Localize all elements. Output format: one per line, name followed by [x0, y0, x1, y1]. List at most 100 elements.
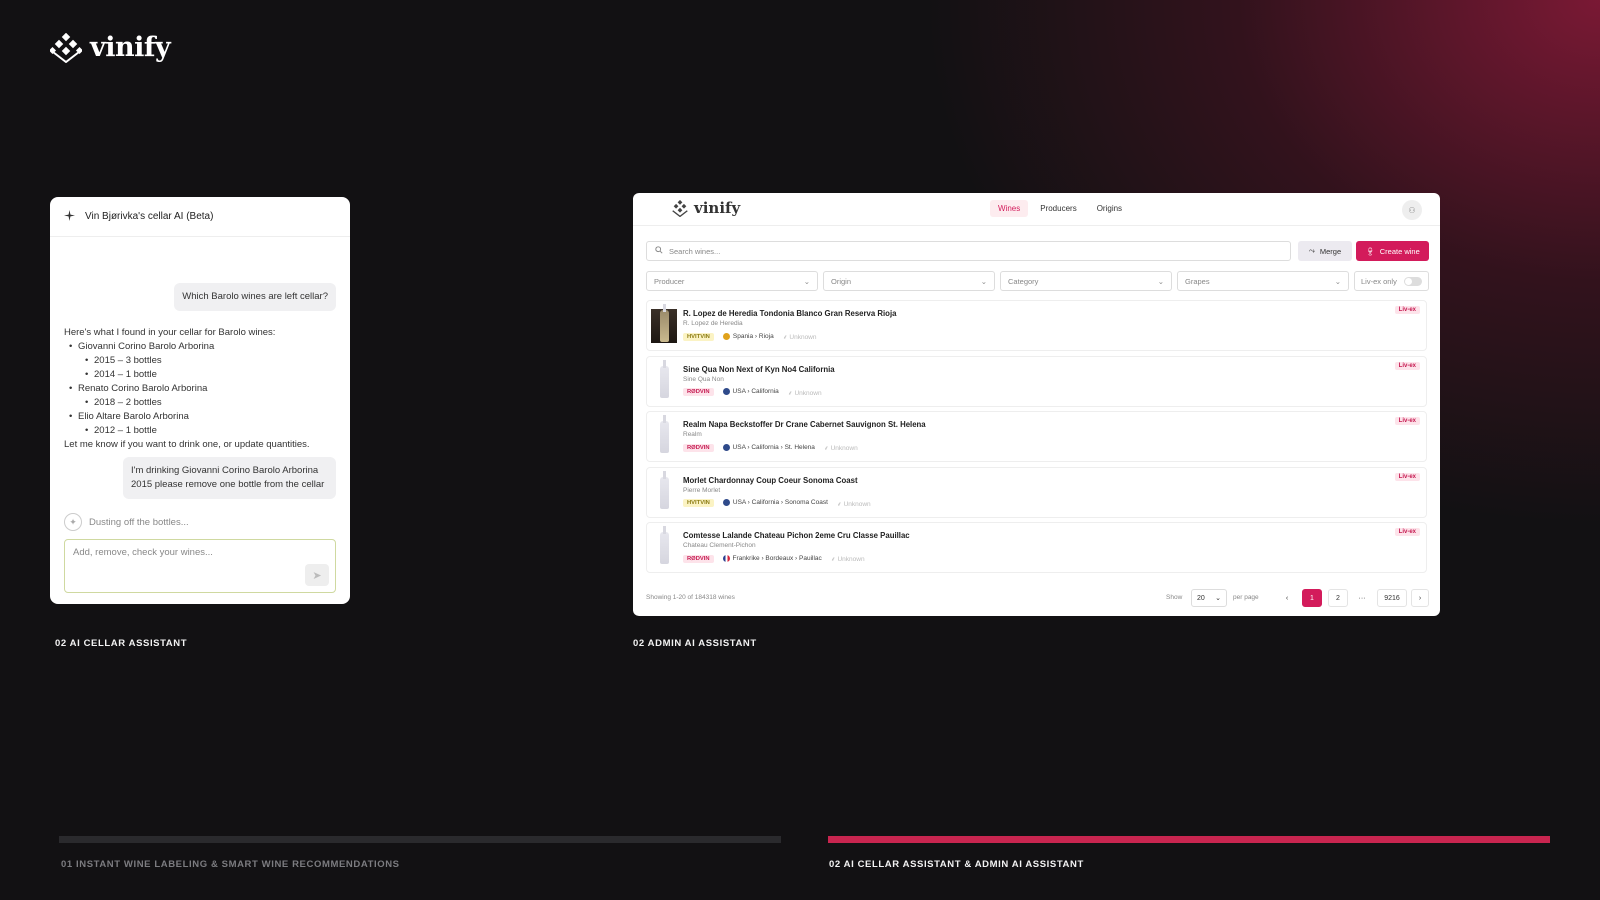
flag-icon: [722, 499, 730, 507]
admin-caption: 02 ADMIN AI ASSISTANT: [633, 638, 757, 649]
wine-producer: Pierre Morlet: [683, 486, 721, 494]
wine-type-badge: HVITVIN: [683, 499, 714, 507]
tab-producers[interactable]: Producers: [1032, 200, 1084, 217]
origin-text: USA › California › Sonoma Coast: [732, 499, 828, 507]
wine-grapes: ⸙ Unknown: [837, 499, 871, 508]
chat-title: Vin Bjørivka's cellar AI (Beta): [85, 211, 214, 222]
wine-glass-icon: 🍷︎: [1365, 246, 1375, 256]
step-progress-bar-2: [828, 836, 1550, 843]
wine-grapes: ⸙ Unknown: [831, 554, 865, 563]
wine-name[interactable]: Morlet Chardonnay Coup Coeur Sonoma Coas…: [683, 476, 858, 485]
list-item: 2012 – 1 bottle: [64, 424, 334, 438]
reply-list: Giovanni Corino Barolo Arborina 2015 – 3…: [64, 340, 334, 438]
wine-name[interactable]: Sine Qua Non Next of Kyn No4 California: [683, 365, 835, 374]
chevron-right-icon: ›: [1418, 594, 1422, 602]
filter-label: Origin: [831, 276, 852, 286]
filter-producer[interactable]: Producer ⌄: [646, 271, 818, 291]
list-item: 2014 – 1 bottle: [64, 368, 334, 382]
wine-thumbnail: [651, 415, 677, 454]
step-label-2[interactable]: 02 AI CELLAR ASSISTANT & ADMIN AI ASSIST…: [829, 859, 1084, 870]
sparkle-icon: ✦: [64, 513, 82, 531]
filter-origin[interactable]: Origin ⌄: [823, 271, 995, 291]
flag-icon: [722, 443, 730, 451]
wine-thumbnail: [651, 526, 677, 565]
chat-input[interactable]: Add, remove, check your wines... ➤: [64, 539, 336, 593]
wine-meta: HVITVIN Spania › Rioja ⸙ Unknown: [683, 332, 817, 341]
user-icon: ⚇: [1408, 205, 1416, 215]
wine-producer: Sine Qua Non: [683, 375, 724, 383]
filter-label: Grapes: [1185, 276, 1210, 286]
tab-wines[interactable]: Wines: [990, 200, 1029, 217]
table-row[interactable]: Morlet Chardonnay Coup Coeur Sonoma Coas…: [646, 466, 1427, 518]
chat-messages: Which Barolo wines are left cellar? Here…: [50, 237, 350, 603]
cellar-chat-panel: Vin Bjørivka's cellar AI (Beta) Which Ba…: [50, 197, 350, 604]
brand-logo: vinify: [50, 32, 171, 63]
page-button-last[interactable]: 9216: [1377, 589, 1407, 607]
wine-thumbnail: [651, 470, 677, 510]
origin-text: Frankrike › Bordeaux › Pauillac: [732, 555, 822, 563]
liv-ex-badge: Liv-ex: [1394, 361, 1420, 370]
send-icon: ➤: [312, 569, 322, 582]
list-item: 2015 – 3 bottles: [64, 354, 334, 368]
admin-panel: vinify Wines Producers Origins ⚇ Search …: [633, 193, 1440, 616]
chevron-down-icon: ⌄: [803, 276, 810, 286]
wine-name[interactable]: Comtesse Lalande Chateau Pichon 2eme Cru…: [683, 531, 910, 540]
grape-icon: ⸙: [823, 445, 831, 452]
wine-grapes: ⸙ Unknown: [783, 332, 817, 341]
flag-icon: [722, 554, 730, 562]
reply-intro: Here's what I found in your cellar for B…: [64, 327, 276, 338]
page-ellipsis: ···: [1358, 594, 1366, 602]
admin-logo[interactable]: vinify: [671, 199, 740, 217]
list-item: Elio Altare Barolo Arborina: [64, 410, 334, 424]
user-avatar[interactable]: ⚇: [1402, 200, 1422, 220]
filter-label: Producer: [654, 276, 685, 286]
flag-icon: [722, 388, 730, 396]
tab-origins[interactable]: Origins: [1089, 200, 1130, 217]
table-row[interactable]: Realm Napa Beckstoffer Dr Crane Cabernet…: [646, 411, 1427, 462]
page-button-2[interactable]: 2: [1328, 589, 1348, 607]
step-label-1[interactable]: 01 INSTANT WINE LABELING & SMART WINE RE…: [61, 859, 400, 870]
toolbar: Search wines... ⤳ Merge 🍷︎ Create wine: [646, 241, 1429, 261]
input-placeholder: Add, remove, check your wines...: [73, 547, 213, 558]
origin-text: Spania › Rioja: [732, 333, 774, 341]
wine-thumbnail: [651, 304, 677, 343]
wine-grapes: ⸙ Unknown: [788, 388, 822, 397]
wine-origin: Frankrike › Bordeaux › Pauillac: [722, 554, 822, 563]
show-label: Show: [1166, 594, 1183, 601]
liv-ex-toggle[interactable]: Liv-ex only: [1354, 271, 1429, 291]
filter-category[interactable]: Category ⌄: [1000, 271, 1172, 291]
wine-producer: R. Lopez de Heredia: [683, 320, 743, 327]
next-page-button[interactable]: ›: [1411, 589, 1429, 607]
wine-producer: Realm: [683, 431, 702, 438]
toggle-switch[interactable]: [1404, 276, 1422, 286]
table-row[interactable]: R. Lopez de Heredia Tondonia Blanco Gran…: [646, 300, 1427, 351]
per-page-select[interactable]: 20 ⌄: [1191, 589, 1227, 607]
user-message: I'm drinking Giovanni Corino Barolo Arbo…: [123, 457, 336, 499]
wine-meta: RØDVIN Frankrike › Bordeaux › Pauillac ⸙…: [683, 554, 865, 563]
wine-producer: Chateau Clement-Pichon: [683, 542, 756, 549]
bottle-icon: [659, 304, 669, 342]
origin-text: USA › California: [732, 388, 779, 396]
table-row[interactable]: Sine Qua Non Next of Kyn No4 California …: [646, 355, 1427, 407]
wine-name[interactable]: Realm Napa Beckstoffer Dr Crane Cabernet…: [683, 420, 926, 429]
step-progress-bar-1: [59, 836, 781, 843]
filter-grapes[interactable]: Grapes ⌄: [1177, 271, 1349, 291]
liv-ex-badge: Liv-ex: [1394, 417, 1420, 425]
page-button-1[interactable]: 1: [1302, 589, 1322, 607]
sparkle-icon: [64, 209, 75, 224]
chevron-down-icon: ⌄: [1157, 276, 1164, 286]
per-page-value: 20: [1197, 594, 1205, 602]
create-label: Create wine: [1379, 246, 1420, 256]
assistant-message: Here's what I found in your cellar for B…: [64, 326, 334, 452]
merge-button[interactable]: ⤳ Merge: [1298, 241, 1352, 261]
search-input[interactable]: Search wines...: [646, 241, 1291, 261]
create-wine-button[interactable]: 🍷︎ Create wine: [1356, 241, 1429, 261]
prev-page-button[interactable]: ‹: [1278, 589, 1296, 607]
send-button[interactable]: ➤: [305, 564, 329, 586]
chevron-down-icon: ⌄: [980, 276, 987, 286]
wine-meta: HVITVIN USA › California › Sonoma Coast …: [683, 499, 871, 508]
table-row[interactable]: Comtesse Lalande Chateau Pichon 2eme Cru…: [646, 522, 1427, 573]
liv-ex-badge: Liv-ex: [1394, 528, 1420, 536]
chevron-down-icon: ⌄: [1334, 276, 1341, 286]
wine-name[interactable]: R. Lopez de Heredia Tondonia Blanco Gran…: [683, 309, 896, 318]
